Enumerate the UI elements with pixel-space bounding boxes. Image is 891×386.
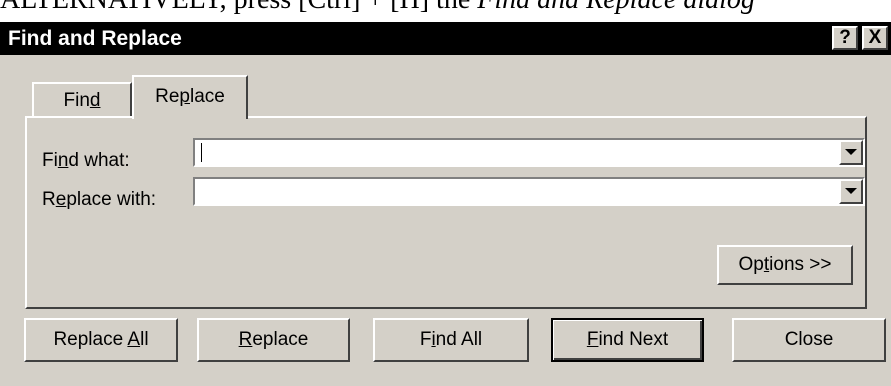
tab-find-accel: d: [89, 90, 101, 111]
options-button[interactable]: Options >>: [717, 245, 853, 285]
window-title: Find and Replace: [8, 27, 182, 50]
replace-with-input[interactable]: [199, 181, 819, 202]
background-page-text: ALTERNATIVELY, press [Ctrl] + [H] the Fi…: [0, 0, 891, 22]
tab-find-label-part: Fin: [63, 90, 90, 111]
find-what-input[interactable]: [199, 142, 819, 163]
chevron-down-icon: [845, 149, 857, 155]
replace-all-button[interactable]: Replace All: [24, 318, 178, 362]
replace-with-combobox[interactable]: [193, 177, 865, 206]
tab-find[interactable]: Find: [32, 82, 132, 117]
replace-with-label-rest: place with:: [66, 189, 157, 210]
find-what-dropdown-button[interactable]: [839, 140, 863, 165]
find-next-label-rest: ind Next: [598, 329, 669, 350]
options-label-part: Op: [738, 254, 764, 275]
find-what-accel: n: [57, 150, 69, 171]
instruction-text-italic: Find and Replace dialog: [477, 0, 755, 15]
replace-all-label-part: Replace: [53, 329, 128, 350]
tab-replace-accel: p: [179, 86, 190, 107]
find-next-accel: F: [586, 329, 599, 350]
tab-replace[interactable]: Replace: [132, 75, 248, 119]
find-what-label-part: Fi: [42, 150, 58, 171]
replace-button[interactable]: Replace: [197, 318, 350, 362]
chevron-down-icon: [845, 188, 857, 194]
close-button[interactable]: Close: [732, 318, 886, 362]
title-bar[interactable]: Find and Replace ? X: [0, 22, 891, 55]
find-all-label-part: F: [419, 329, 432, 350]
close-window-button[interactable]: X: [862, 26, 888, 50]
replace-accel: R: [238, 329, 253, 350]
replace-with-label: Replace with:: [42, 189, 156, 211]
help-button[interactable]: ?: [832, 26, 858, 50]
replace-with-dropdown-button[interactable]: [839, 179, 863, 204]
tab-replace-label-part: Re: [155, 86, 180, 107]
text-cursor: [201, 143, 202, 162]
find-what-label: Find what:: [42, 150, 130, 172]
replace-all-label-rest: ll: [140, 329, 149, 350]
replace-with-accel: e: [55, 189, 67, 210]
close-icon: X: [868, 27, 882, 48]
find-what-label-rest: d what:: [68, 150, 130, 171]
replace-label-rest: eplace: [252, 329, 309, 350]
replace-all-accel: A: [127, 329, 141, 350]
find-next-button[interactable]: Find Next: [551, 318, 704, 362]
question-mark-icon: ?: [839, 27, 851, 48]
options-label-rest: ions >>: [769, 254, 832, 275]
replace-with-label-part: R: [42, 189, 56, 210]
instruction-text: ALTERNATIVELY, press [Ctrl] + [H] the Fi…: [0, 0, 755, 16]
find-replace-dialog: Find Replace Find what: Replace with: Op…: [0, 55, 891, 386]
find-all-label-rest: nd All: [435, 329, 483, 350]
tab-replace-label-rest: lace: [190, 86, 225, 107]
find-what-combobox[interactable]: [193, 138, 865, 167]
instruction-text-plain: ALTERNATIVELY, press [Ctrl] + [H] the: [0, 0, 477, 15]
close-label: Close: [784, 329, 834, 350]
find-all-button[interactable]: Find All: [373, 318, 529, 362]
